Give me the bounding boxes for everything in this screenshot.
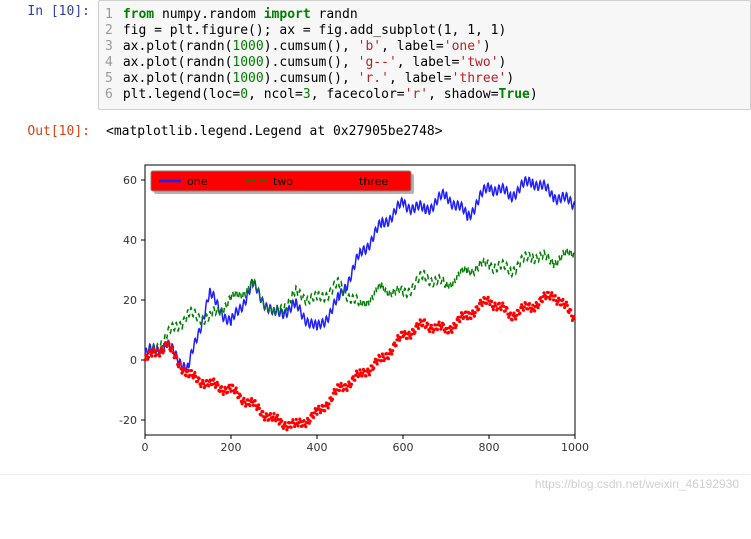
output-cell: Out[10]: <matplotlib.legend.Legend at 0x… xyxy=(0,120,751,144)
svg-text:40: 40 xyxy=(123,234,137,247)
svg-text:60: 60 xyxy=(123,174,137,187)
code-editor[interactable]: 1 2 3 4 5 6 from numpy.random import ran… xyxy=(98,0,751,110)
matplotlib-chart: 0 200 400 600 800 1000 -20 0 20 40 60 one two three xyxy=(90,150,590,470)
svg-text:800: 800 xyxy=(479,441,500,454)
svg-text:600: 600 xyxy=(393,441,414,454)
svg-text:0: 0 xyxy=(142,441,149,454)
svg-text:two: two xyxy=(273,175,293,188)
code-lines: from numpy.random import randn fig = plt… xyxy=(123,7,538,103)
svg-text:one: one xyxy=(187,175,208,188)
svg-text:1000: 1000 xyxy=(561,441,589,454)
svg-text:400: 400 xyxy=(307,441,328,454)
in-prompt: In [10]: xyxy=(0,0,98,20)
output-repr: <matplotlib.legend.Legend at 0x27905be27… xyxy=(98,120,751,144)
svg-text:-20: -20 xyxy=(119,414,137,427)
svg-text:three: three xyxy=(359,175,388,188)
out-prompt: Out[10]: xyxy=(0,120,98,140)
output-figure: 0 200 400 600 800 1000 -20 0 20 40 60 one two three xyxy=(90,150,751,470)
svg-text:200: 200 xyxy=(221,441,242,454)
svg-text:0: 0 xyxy=(130,354,137,367)
input-cell: In [10]: 1 2 3 4 5 6 from numpy.random i… xyxy=(0,0,751,110)
line-number-gutter: 1 2 3 4 5 6 xyxy=(105,7,123,103)
separator xyxy=(0,474,751,475)
watermark: https://blog.csdn.net/weixin_46192930 xyxy=(0,477,751,491)
svg-text:20: 20 xyxy=(123,294,137,307)
